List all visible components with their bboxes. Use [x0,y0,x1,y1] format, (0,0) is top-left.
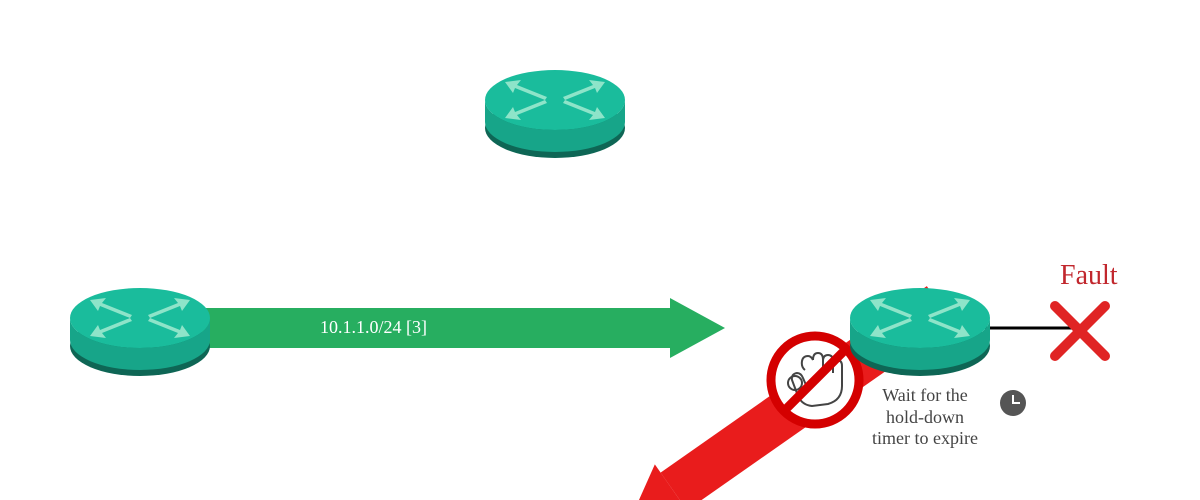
diagram-stage: 10.1.1.0/24 [3] 10.1.1.0/24 [16] Fault W… [0,0,1200,500]
wait-line1: Wait for the [882,385,968,405]
routers-layer [0,0,1200,500]
router-left-icon [70,288,210,376]
wait-line3: timer to expire [872,428,978,448]
label-route-good: 10.1.1.0/24 [3] [320,317,427,338]
label-fault: Fault [1060,260,1118,292]
wait-line2: hold-down [886,407,964,427]
clock-icon [1000,390,1026,416]
label-wait-note: Wait for the hold-down timer to expire [855,385,995,450]
router-right-icon [850,288,990,376]
router-top-icon [485,70,625,158]
